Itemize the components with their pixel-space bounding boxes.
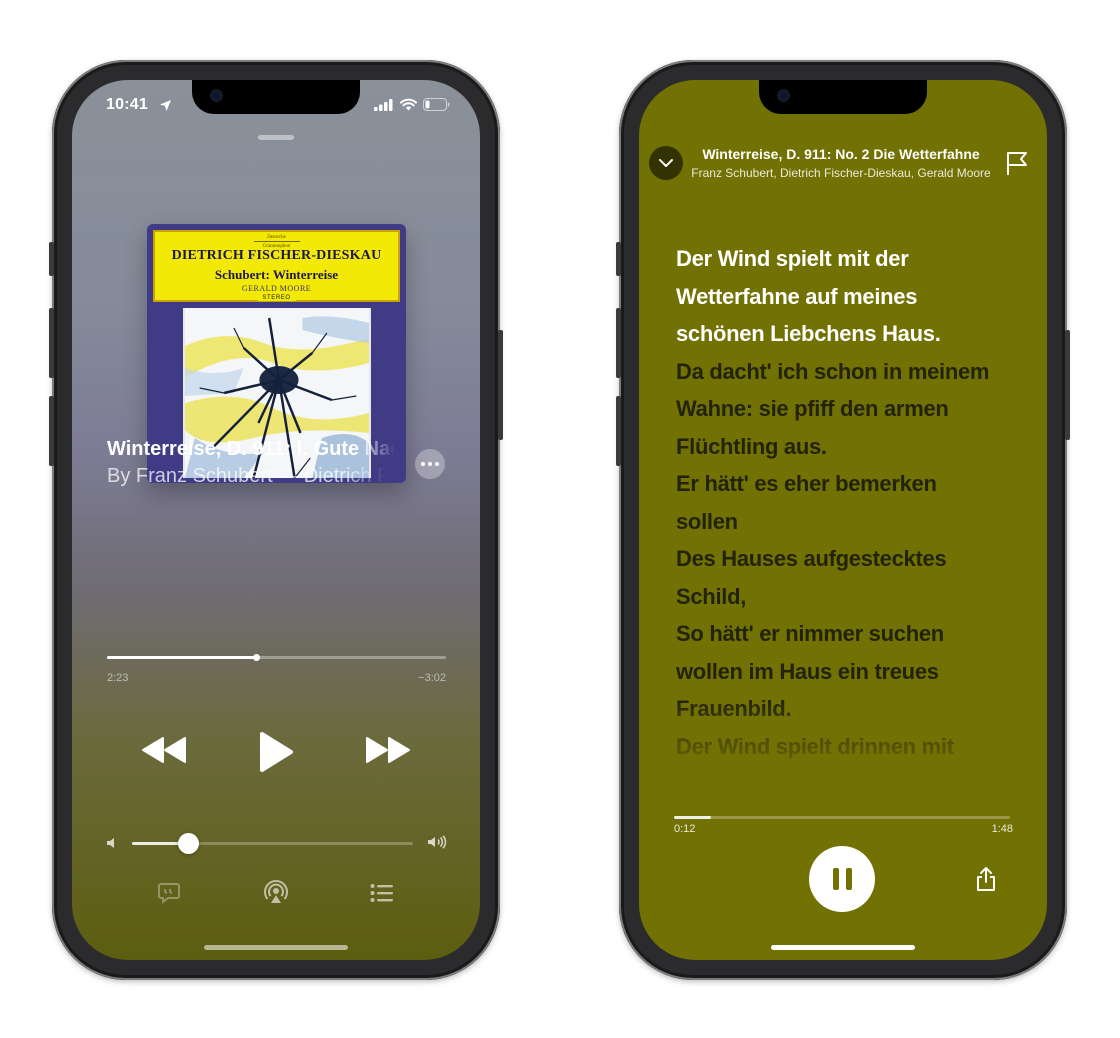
lyric-line[interactable]: Wahne: sie pfiff den armen	[676, 390, 1011, 428]
track-title[interactable]: Winterreise, D. 911: I. Gute Nacht	[107, 438, 395, 461]
signal-icon	[374, 98, 393, 111]
phone-apple-music: 10:41 Deutsche Grammophon DIETRICH FISCH…	[49, 60, 503, 980]
apple-music-now-playing-screen: 10:41 Deutsche Grammophon DIETRICH FISCH…	[72, 80, 480, 960]
spotify-progress-fill	[674, 816, 711, 819]
queue-button[interactable]	[369, 880, 395, 906]
spotify-elapsed-time: 0:12	[674, 823, 696, 835]
remaining-time: −3:02	[418, 672, 446, 684]
playback-progress-fill	[107, 656, 257, 659]
phone-spotify-lyrics: Winterreise, D. 911: No. 2 Die Wetterfah…	[616, 60, 1070, 980]
wifi-icon	[400, 98, 417, 111]
album-label-logo: Deutsche Grammophon	[253, 233, 300, 249]
status-time: 10:41	[106, 96, 148, 113]
volume-slider-knob[interactable]	[178, 833, 200, 854]
spotify-duration: 1:48	[991, 823, 1013, 835]
spotify-lyrics-screen: Winterreise, D. 911: No. 2 Die Wetterfah…	[639, 80, 1047, 960]
lyrics-button[interactable]	[156, 880, 182, 906]
more-icon	[421, 462, 425, 466]
lyrics-view[interactable]: Der Wind spielt mit der Wetterfahne auf m…	[676, 240, 1011, 778]
lyric-line[interactable]: So hätt' er nimmer suchen	[676, 615, 1011, 653]
notch	[759, 80, 927, 114]
volume-up-hardware-button	[616, 308, 621, 378]
track-artist[interactable]: By Franz Schubert — Dietrich Fischer-Die…	[107, 465, 385, 488]
elapsed-time: 2:23	[107, 672, 129, 684]
volume-up-hardware-button	[49, 308, 54, 378]
lyric-line[interactable]: Schild,	[676, 578, 1011, 616]
lyric-line[interactable]: wollen im Haus ein treues	[676, 653, 1011, 691]
status-bar: 10:41	[106, 96, 450, 116]
more-icon-dot	[435, 462, 439, 466]
volume-slider[interactable]	[132, 833, 413, 854]
playback-scrubber-knob[interactable]	[253, 654, 261, 661]
playback-scrubber[interactable]	[107, 654, 446, 661]
pause-icon	[832, 868, 839, 890]
lyric-line[interactable]: Da dacht' ich schon in meinem	[676, 353, 1011, 391]
album-label-banner: Deutsche Grammophon DIETRICH FISCHER-DIE…	[153, 230, 400, 302]
play-icon	[260, 732, 293, 772]
sheet-grabber[interactable]	[258, 135, 294, 140]
queue-icon	[370, 884, 393, 902]
airplay-button[interactable]	[263, 880, 289, 906]
spotify-playback-scrubber[interactable]	[674, 816, 1010, 819]
pause-icon-bar	[845, 868, 852, 890]
volume-low-icon	[107, 838, 114, 848]
lyric-line[interactable]: den Herzen wie auf dem Dach	[676, 765, 1011, 778]
now-playing-title: Winterreise, D. 911: No. 2 Die Wetterfah…	[702, 146, 980, 162]
home-indicator[interactable]	[204, 945, 348, 950]
lyric-line[interactable]: Frauenbild.	[676, 690, 1011, 728]
rewind-icon	[142, 737, 186, 763]
volume-down-hardware-button	[49, 396, 54, 466]
front-camera	[777, 89, 790, 102]
rewind-button[interactable]	[140, 735, 188, 765]
power-hardware-button	[1065, 330, 1070, 440]
lyric-line[interactable]: Er hätt' es eher bemerken	[676, 465, 1011, 503]
lyric-line[interactable]: Des Hauses aufgestecktes	[676, 540, 1011, 578]
lyric-line[interactable]: Wetterfahne auf meines	[676, 278, 1011, 316]
more-options-button[interactable]	[415, 449, 445, 479]
play-button[interactable]	[255, 730, 297, 774]
album-cover-artist: DIETRICH FISCHER-DIESKAU	[171, 248, 382, 263]
album-cover-stereo-badge: STEREO	[257, 295, 296, 301]
home-indicator[interactable]	[771, 945, 915, 950]
screenshot-stage: 10:41 Deutsche Grammophon DIETRICH FISCH…	[0, 0, 1120, 1038]
album-cover-work: Schubert: Winterreise	[214, 267, 339, 282]
lyric-line[interactable]: Flüchtling aus.	[676, 428, 1011, 466]
lyric-line[interactable]: Der Wind spielt mit der	[676, 240, 1011, 278]
now-playing-artists: Franz Schubert, Dietrich Fischer-Dieskau…	[691, 166, 991, 180]
fast-forward-button[interactable]	[364, 735, 412, 765]
pause-button[interactable]	[809, 846, 875, 912]
power-hardware-button	[498, 330, 503, 440]
lyric-line[interactable]: schönen Liebchens Haus.	[676, 315, 1011, 353]
more-icon-dot	[428, 462, 432, 466]
volume-down-hardware-button	[616, 396, 621, 466]
lyric-line[interactable]: sollen	[676, 503, 1011, 541]
chevron-down-icon	[659, 159, 673, 167]
album-cover-performer: GERALD MOORE	[241, 284, 312, 293]
airplay-icon	[264, 880, 288, 903]
share-icon[interactable]	[974, 866, 998, 892]
flag-icon[interactable]	[1005, 150, 1029, 176]
collapse-button[interactable]	[649, 146, 683, 180]
battery-icon	[423, 98, 450, 111]
location-arrow-icon	[160, 100, 171, 111]
lyrics-icon	[158, 883, 180, 905]
volume-high-icon	[428, 835, 447, 849]
fast-forward-icon	[366, 737, 410, 763]
ringer-switch	[49, 242, 54, 276]
lyric-line[interactable]: Der Wind spielt drinnen mit	[676, 728, 1011, 766]
ringer-switch	[616, 242, 621, 276]
